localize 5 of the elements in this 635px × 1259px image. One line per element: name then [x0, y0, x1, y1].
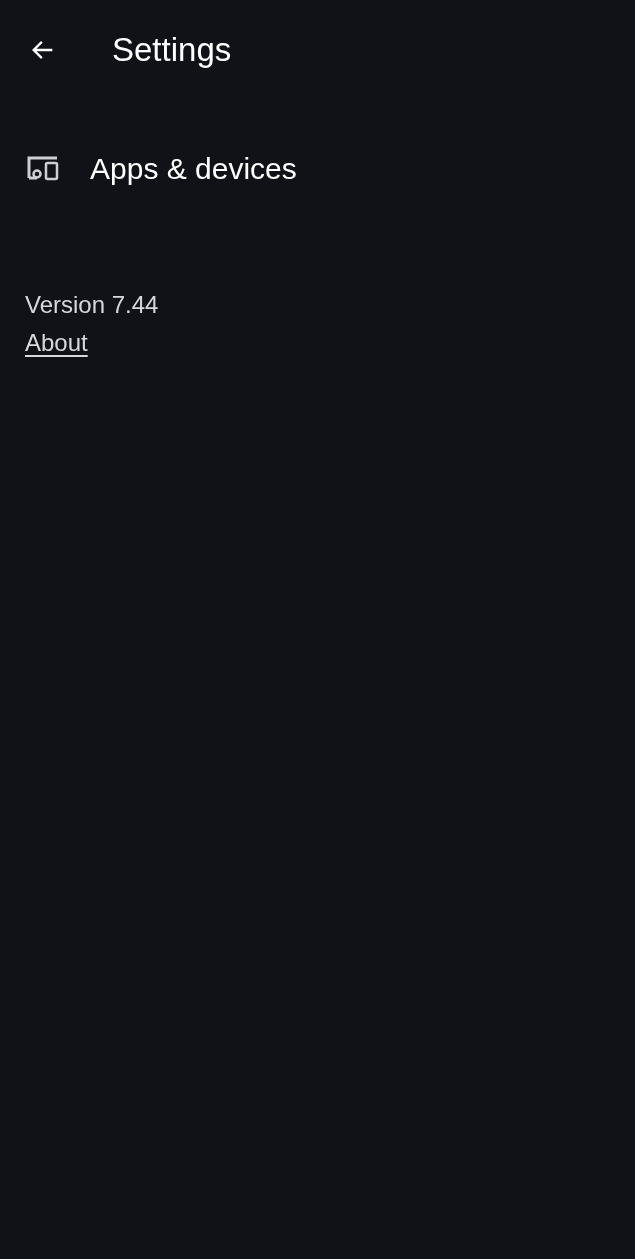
about-link[interactable]: About [25, 324, 88, 362]
page-title: Settings [112, 30, 232, 71]
version-text: Version 7.44 [25, 290, 159, 320]
settings-item[interactable]: Apps & devices [0, 118, 635, 218]
devices-icon [26, 154, 60, 182]
